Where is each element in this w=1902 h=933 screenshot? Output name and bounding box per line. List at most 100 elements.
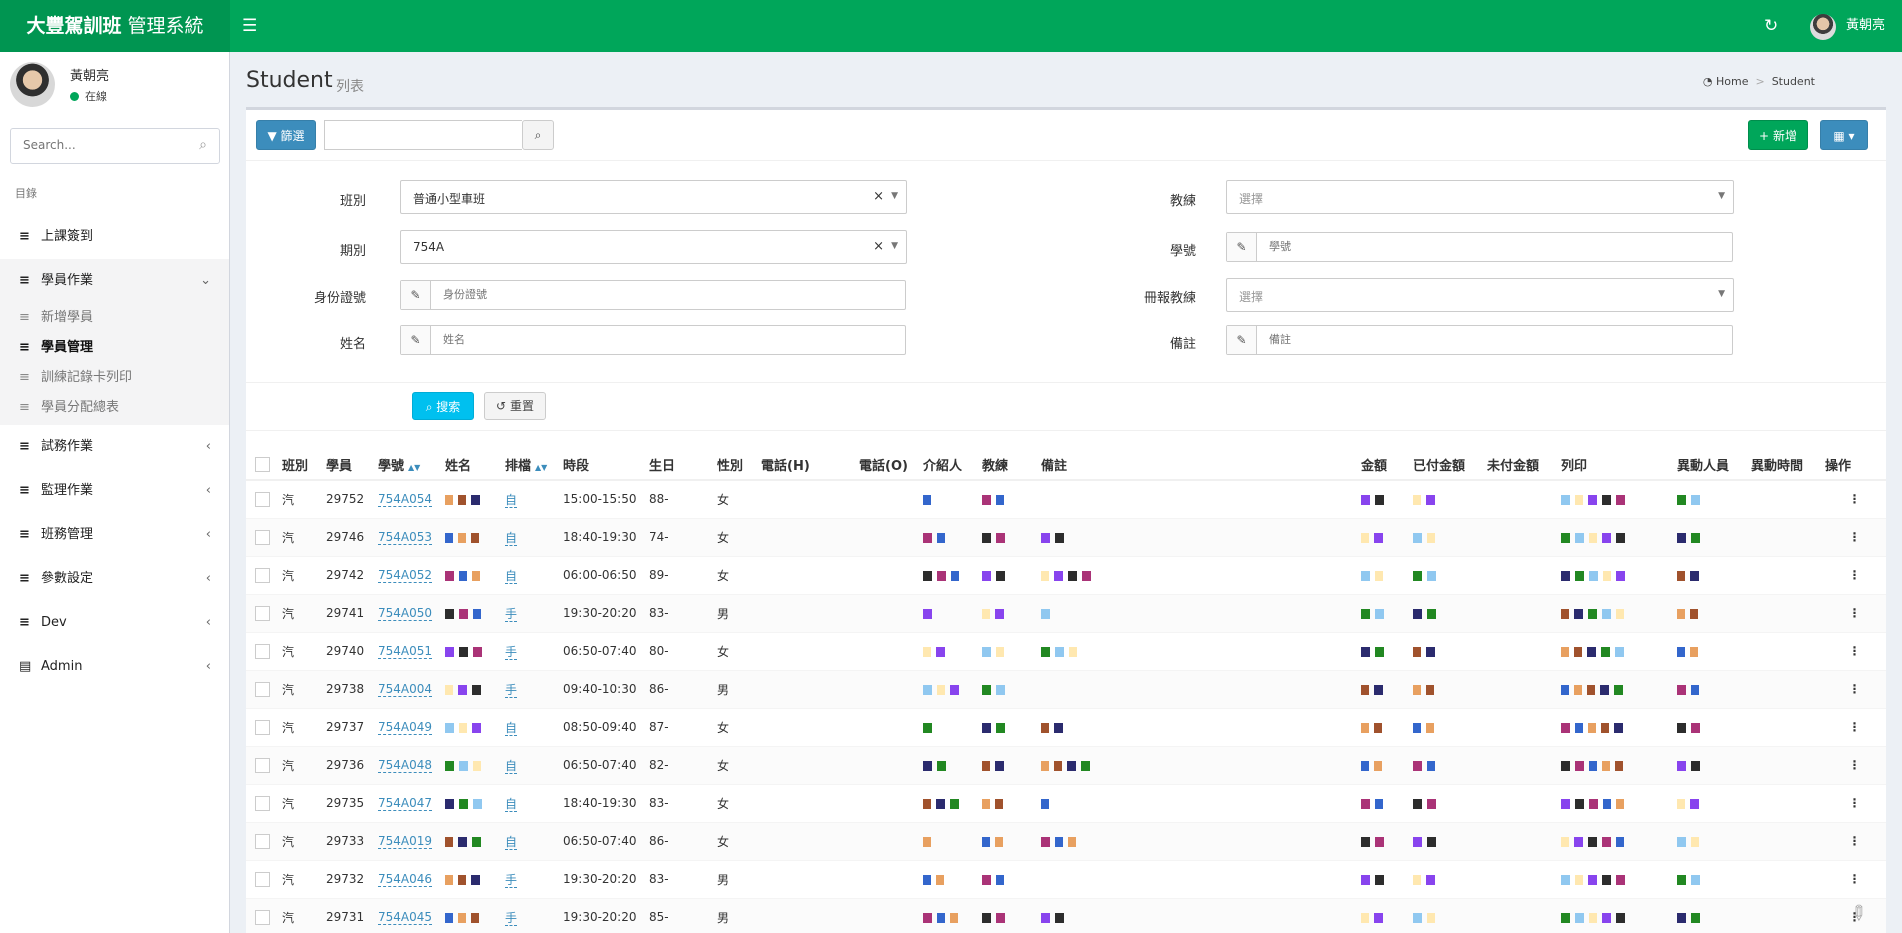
row-checkbox[interactable]	[255, 643, 270, 659]
column-header[interactable]: 學員	[324, 450, 376, 481]
row-checkbox[interactable]	[255, 833, 270, 849]
filter-button[interactable]: ▼ 篩選	[256, 120, 316, 150]
sidebar-item-class-mgmt[interactable]: ≡ 班務管理 ‹	[0, 513, 229, 557]
column-header[interactable]: 時段	[561, 450, 647, 481]
column-header-sortable[interactable]: 排檔 ▲▼	[503, 450, 561, 481]
table-row[interactable]: 汽 29752 754A054 自 15:00-15:50 88- 女 ⋮	[246, 479, 1886, 518]
student-no-link[interactable]: 754A047	[378, 796, 433, 811]
top-user-name[interactable]: 黃朝亮	[1846, 17, 1885, 35]
table-row[interactable]: 汽 29736 754A048 自 06:50-07:40 82- 女 ⋮	[246, 745, 1886, 784]
search-button[interactable]: ⌕ 搜索	[412, 392, 474, 420]
table-row[interactable]: 汽 29737 754A049 自 08:50-09:40 87- 女 ⋮	[246, 707, 1886, 746]
select-all-checkbox[interactable]	[255, 457, 270, 472]
reg-coach-select[interactable]: 選擇 ▼	[1226, 278, 1734, 312]
column-header[interactable]: 性別	[715, 450, 759, 481]
sidebar-subitem-student-mgmt[interactable]: ≡ 學員管理	[0, 333, 229, 363]
gear-link[interactable]: 自	[505, 796, 518, 812]
student-no-link[interactable]: 754A049	[378, 720, 433, 735]
row-actions-icon[interactable]: ⋮	[1823, 631, 1886, 670]
student-no-link[interactable]: 754A048	[378, 758, 433, 773]
sidebar-subitem-allocation[interactable]: ≡ 學員分配總表	[0, 393, 229, 423]
gear-link[interactable]: 自	[505, 568, 518, 584]
brand-logo[interactable]: 大豐駕訓班 管理系統	[0, 0, 230, 52]
row-actions-icon[interactable]: ⋮	[1823, 821, 1886, 860]
gear-link[interactable]: 手	[505, 910, 518, 926]
sidebar-item-student-ops[interactable]: ≡ 學員作業 ⌄	[0, 259, 229, 303]
row-checkbox[interactable]	[255, 795, 270, 811]
row-checkbox[interactable]	[255, 871, 270, 887]
table-row[interactable]: 汽 29738 754A004 手 09:40-10:30 86- 男 ⋮	[246, 669, 1886, 708]
sidebar-item-checkin[interactable]: ≡ 上課簽到	[0, 215, 229, 259]
table-row[interactable]: 汽 29740 754A051 手 06:50-07:40 80- 女 ⋮	[246, 631, 1886, 670]
add-button[interactable]: + 新增	[1748, 120, 1808, 150]
sidebar-item-admin[interactable]: ▤ Admin ‹	[0, 645, 229, 689]
sidebar-subitem-training-card[interactable]: ≡ 訓練記錄卡列印	[0, 363, 229, 393]
sidebar-item-supervision[interactable]: ≡ 監理作業 ‹	[0, 469, 229, 513]
row-actions-icon[interactable]: ⋮	[1823, 555, 1886, 594]
column-header[interactable]: 異動人員	[1675, 450, 1749, 481]
note-input[interactable]	[1269, 333, 1569, 346]
column-header[interactable]: 電話(H)	[759, 450, 857, 481]
sidebar-item-settings[interactable]: ≡ 參數設定 ‹	[0, 557, 229, 601]
sidebar-item-exam-ops[interactable]: ≡ 試務作業 ‹	[0, 425, 229, 469]
table-row[interactable]: 汽 29742 754A052 自 06:00-06:50 89- 女 ⋮	[246, 555, 1886, 594]
quick-search-button[interactable]: ⌕	[522, 120, 554, 150]
name-input[interactable]	[443, 333, 743, 346]
row-actions-icon[interactable]: ⋮	[1823, 783, 1886, 822]
gear-link[interactable]: 手	[505, 872, 518, 888]
table-row[interactable]: 汽 29731 754A045 手 19:30-20:20 85- 男 ⋮	[246, 897, 1886, 933]
gear-link[interactable]: 自	[505, 834, 518, 850]
user-avatar[interactable]	[1810, 14, 1836, 40]
sidebar-item-dev[interactable]: ≡ Dev ‹	[0, 601, 229, 645]
sidebar-search-input[interactable]	[23, 138, 183, 152]
column-header[interactable]: 姓名	[443, 450, 503, 481]
row-actions-icon[interactable]: ⋮	[1823, 593, 1886, 632]
column-header[interactable]: 異動時間	[1749, 450, 1823, 481]
class-select[interactable]: 普通小型車班 × ▼	[400, 180, 907, 214]
student-no-link[interactable]: 754A054	[378, 492, 433, 508]
refresh-icon[interactable]: ↻	[1764, 15, 1778, 37]
table-row[interactable]: 汽 29735 754A047 自 18:40-19:30 83- 女 ⋮	[246, 783, 1886, 822]
student-no-link[interactable]: 754A004	[378, 682, 433, 697]
row-actions-icon[interactable]: ⋮	[1823, 707, 1886, 746]
row-actions-icon[interactable]: ⋮	[1823, 745, 1886, 784]
student-no-link[interactable]: 754A019	[378, 834, 433, 849]
coach-select[interactable]: 選擇 ▼	[1226, 180, 1734, 214]
column-header[interactable]: 已付金額	[1411, 450, 1485, 481]
row-actions-icon[interactable]: ⋮	[1823, 517, 1886, 556]
clear-icon[interactable]: ×	[873, 189, 884, 204]
column-header[interactable]: 列印	[1559, 450, 1675, 481]
row-checkbox[interactable]	[255, 757, 270, 773]
column-header[interactable]: 操作	[1823, 450, 1886, 481]
row-checkbox[interactable]	[255, 681, 270, 697]
column-header-sortable[interactable]: 學號 ▲▼	[376, 450, 443, 481]
term-select[interactable]: 754A × ▼	[400, 230, 907, 264]
gear-link[interactable]: 手	[505, 644, 518, 660]
column-header[interactable]: 未付金額	[1485, 450, 1559, 481]
row-checkbox[interactable]	[255, 529, 270, 545]
sidebar-subitem-add-student[interactable]: ≡ 新增學員	[0, 303, 229, 333]
row-checkbox[interactable]	[255, 605, 270, 621]
gear-link[interactable]: 自	[505, 492, 518, 508]
gear-link[interactable]: 手	[505, 606, 518, 622]
breadcrumb-home[interactable]: Home	[1716, 75, 1748, 88]
columns-button[interactable]: ▦ ▾	[1820, 120, 1868, 150]
student-no-link[interactable]: 754A050	[378, 606, 433, 621]
row-actions-icon[interactable]: ⋮	[1823, 669, 1886, 708]
row-checkbox[interactable]	[255, 491, 270, 507]
column-header[interactable]: 介紹人	[921, 450, 980, 481]
column-header[interactable]: 備註	[1039, 450, 1359, 481]
gear-link[interactable]: 手	[505, 682, 518, 698]
column-header[interactable]: 教練	[980, 450, 1039, 481]
row-actions-icon[interactable]: ⋮	[1823, 479, 1886, 518]
reset-button[interactable]: ↺ 重置	[484, 392, 546, 420]
stuno-input[interactable]	[1269, 240, 1569, 253]
student-no-link[interactable]: 754A046	[378, 872, 433, 887]
clear-icon[interactable]: ×	[873, 239, 884, 254]
quick-search-input[interactable]	[324, 120, 522, 150]
row-actions-icon[interactable]: ⋮	[1823, 859, 1886, 898]
table-row[interactable]: 汽 29732 754A046 手 19:30-20:20 83- 男 ⋮	[246, 859, 1886, 898]
column-header[interactable]: 金額	[1359, 450, 1411, 481]
table-row[interactable]: 汽 29733 754A019 自 06:50-07:40 86- 女 ⋮	[246, 821, 1886, 860]
hamburger-icon[interactable]: ☰	[242, 16, 257, 36]
